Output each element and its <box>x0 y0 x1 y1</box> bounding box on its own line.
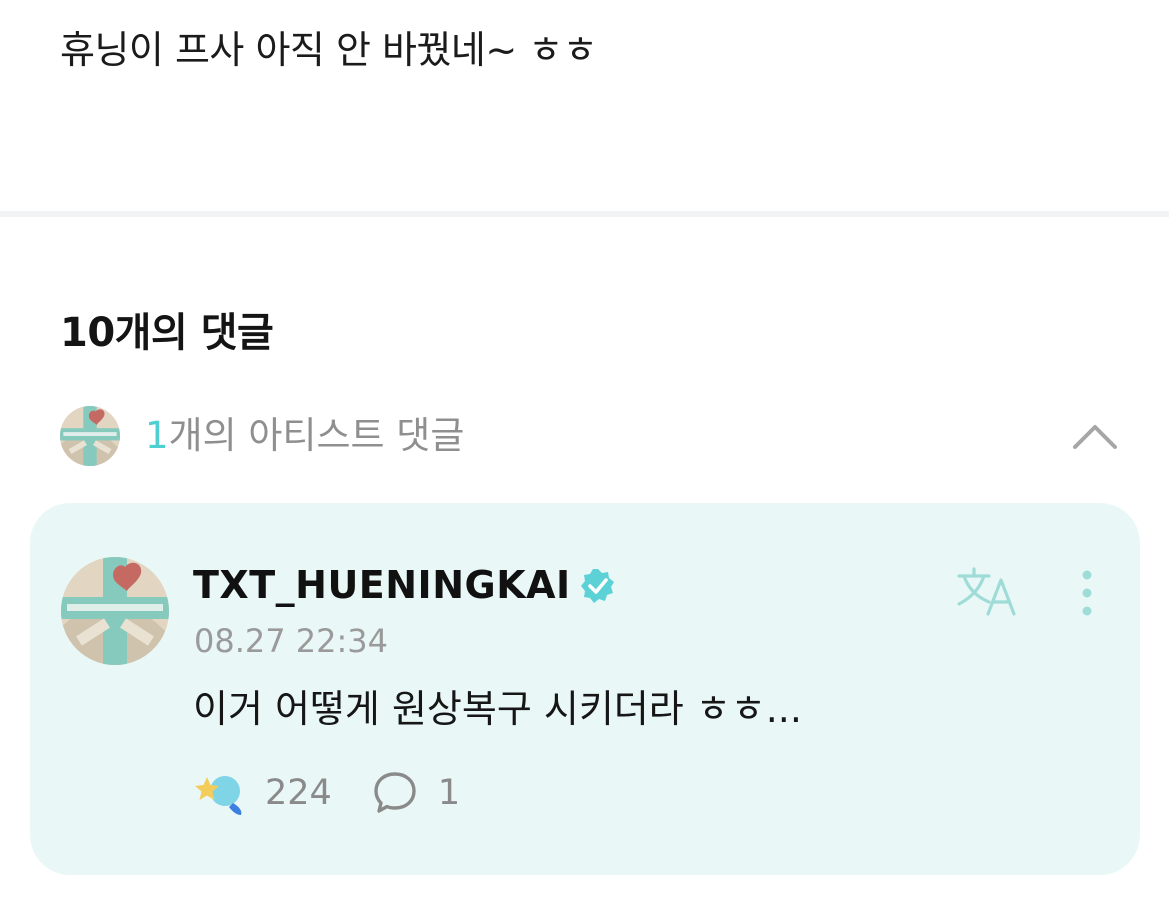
translate-icon[interactable] <box>956 566 1018 618</box>
artist-comments-toggle[interactable]: 1개의 아티스트 댓글 <box>60 406 1120 468</box>
reaction-bar: 224 1 <box>193 765 460 821</box>
section-divider <box>0 211 1169 217</box>
like-count: 224 <box>265 773 332 813</box>
comment-author-name: TXT_HUENINGKAI <box>193 563 571 607</box>
comment-timestamp: 08.27 22:34 <box>194 622 388 660</box>
more-vertical-icon[interactable] <box>1070 567 1104 619</box>
comment-author[interactable]: TXT_HUENINGKAI <box>193 559 617 611</box>
chevron-up-icon[interactable] <box>1070 414 1120 458</box>
comment-count-heading: 10개의 댓글 <box>60 310 274 356</box>
artist-avatar-small <box>60 406 120 466</box>
artist-comments-label: 1개의 아티스트 댓글 <box>145 410 464 462</box>
sparkle-reaction-icon[interactable] <box>193 769 247 817</box>
artist-comment-count: 1 <box>145 414 169 457</box>
artist-comment-card: TXT_HUENINGKAI 08.27 22:34 이거 어떻게 원상복구 시… <box>30 503 1140 875</box>
artist-comment-label-text: 개의 아티스트 댓글 <box>168 414 465 457</box>
avatar[interactable] <box>61 557 169 665</box>
verified-badge-icon <box>579 566 617 604</box>
post-text: 휴닝이 프사 아직 안 바꿨네~ ㅎㅎ <box>60 28 598 72</box>
comment-body: 이거 어떻게 원상복구 시키더라 ㅎㅎ... <box>193 687 802 731</box>
reply-count: 1 <box>437 773 461 813</box>
comment-page: 휴닝이 프사 아직 안 바꿨네~ ㅎㅎ 10개의 댓글 1개의 아티스트 댓글 <box>0 0 1169 904</box>
speech-bubble-icon[interactable] <box>372 770 418 816</box>
